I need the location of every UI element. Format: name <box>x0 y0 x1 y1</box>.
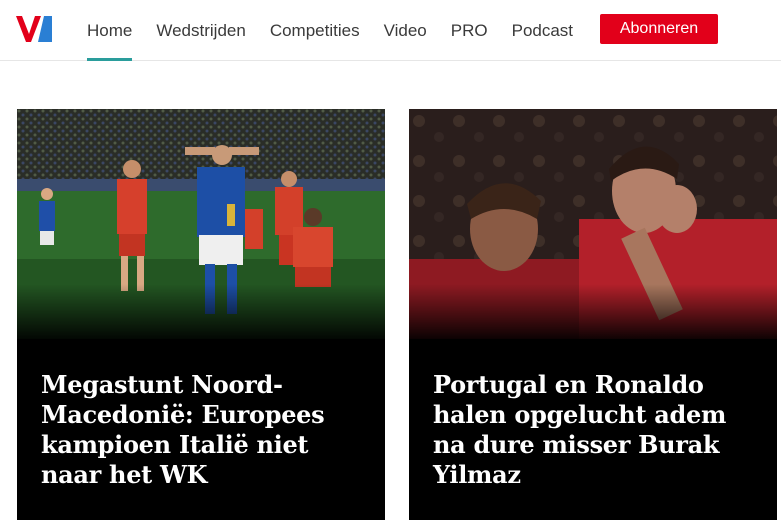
top-navigation-bar: Home Wedstrijden Competities Video PRO P… <box>0 0 781 61</box>
nav-item-home[interactable]: Home <box>75 0 144 61</box>
nav-item-wedstrijden[interactable]: Wedstrijden <box>144 0 257 61</box>
article-title[interactable]: Megastunt Noord-Macedonië: Europees kamp… <box>41 370 363 490</box>
article-card-italy[interactable]: Megastunt Noord-Macedonië: Europees kamp… <box>17 109 385 520</box>
subscribe-button[interactable]: Abonneren <box>600 14 718 44</box>
nav-item-podcast[interactable]: Podcast <box>500 0 585 61</box>
article-title[interactable]: Portugal en Ronaldo halen opgelucht adem… <box>433 370 755 490</box>
nav-item-video[interactable]: Video <box>372 0 439 61</box>
article-card-portugal[interactable]: Portugal en Ronaldo halen opgelucht adem… <box>409 109 777 520</box>
nav-item-competities[interactable]: Competities <box>258 0 372 61</box>
photo-gradient <box>409 284 777 344</box>
main-nav: Home Wedstrijden Competities Video PRO P… <box>75 0 585 61</box>
vi-logo-icon[interactable] <box>16 16 52 42</box>
nav-item-pro[interactable]: PRO <box>439 0 500 61</box>
photo-gradient <box>17 284 385 344</box>
